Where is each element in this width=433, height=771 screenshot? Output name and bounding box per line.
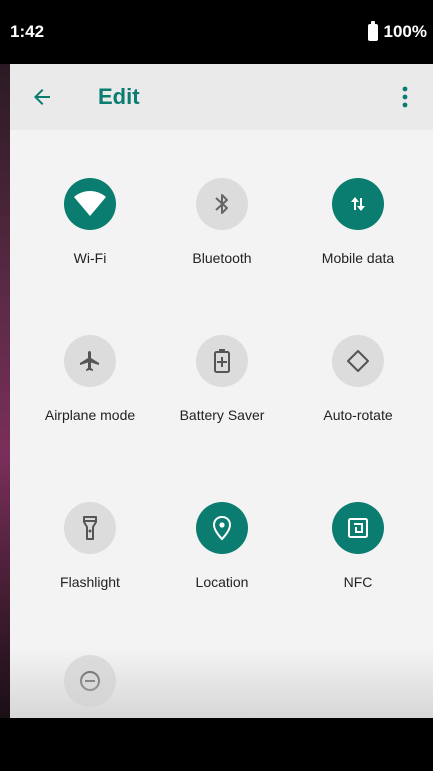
page-title: Edit <box>98 84 140 109</box>
tile-label: Location <box>195 574 249 590</box>
tile-location[interactable]: Location <box>152 502 292 632</box>
tile-label: NFC <box>343 574 373 590</box>
tile-bluetooth-toggle <box>196 178 248 230</box>
tile-battery-saver[interactable]: Battery Saver <box>152 335 292 465</box>
wifi-icon <box>74 191 106 216</box>
tile-airplane-toggle <box>64 335 116 387</box>
navigation-area <box>0 718 433 771</box>
airplane-icon <box>80 351 99 371</box>
bluetooth-icon <box>215 194 228 214</box>
status-right: 100% <box>367 20 427 42</box>
tile-label: Wi-Fi <box>73 250 107 266</box>
tile-mobile-data-toggle <box>332 178 384 230</box>
more-vert-icon <box>402 86 408 108</box>
status-bar: 1:42 100% <box>0 0 433 64</box>
mobile-data-icon <box>351 197 365 211</box>
tile-bluetooth[interactable]: Bluetooth <box>152 178 292 308</box>
tile-wifi[interactable]: Wi-Fi <box>20 178 160 308</box>
arrow-back-icon <box>34 89 50 105</box>
back-button[interactable] <box>30 85 54 109</box>
auto-rotate-icon <box>347 350 369 372</box>
scroll-fade <box>10 648 433 718</box>
tile-auto-rotate[interactable]: Auto-rotate <box>288 335 428 465</box>
battery-saver-icon <box>214 349 230 373</box>
location-icon <box>212 515 232 541</box>
tile-label: Airplane mode <box>44 407 136 423</box>
flashlight-icon <box>83 516 97 540</box>
battery-icon <box>367 20 378 41</box>
tile-mobile-data[interactable]: Mobile data <box>288 178 428 308</box>
quick-settings-edit-panel: Edit Wi-Fi Bluetooth Mobile data Airplan… <box>10 64 433 718</box>
nfc-icon <box>348 518 368 538</box>
tile-flashlight-toggle <box>64 502 116 554</box>
more-options-button[interactable] <box>393 84 417 110</box>
status-time: 1:42 <box>10 22 45 41</box>
tile-auto-rotate-toggle <box>332 335 384 387</box>
tile-nfc-toggle <box>332 502 384 554</box>
tile-nfc[interactable]: NFC <box>288 502 428 632</box>
tile-airplane-mode[interactable]: Airplane mode <box>20 335 160 465</box>
tile-flashlight[interactable]: Flashlight <box>20 502 160 632</box>
tile-battery-saver-toggle <box>196 335 248 387</box>
tile-label: Bluetooth <box>192 250 252 266</box>
tile-label: Flashlight <box>60 574 120 590</box>
tile-label: Auto-rotate <box>323 407 393 423</box>
tile-wifi-toggle <box>64 178 116 230</box>
tile-label: Battery Saver <box>179 407 265 423</box>
screen: 1:42 100% Edit Wi-Fi Bluetooth Mobile da… <box>0 0 433 771</box>
tile-location-toggle <box>196 502 248 554</box>
toolbar: Edit <box>10 64 433 130</box>
tile-label: Mobile data <box>321 250 395 266</box>
battery-percent: 100% <box>383 22 427 41</box>
